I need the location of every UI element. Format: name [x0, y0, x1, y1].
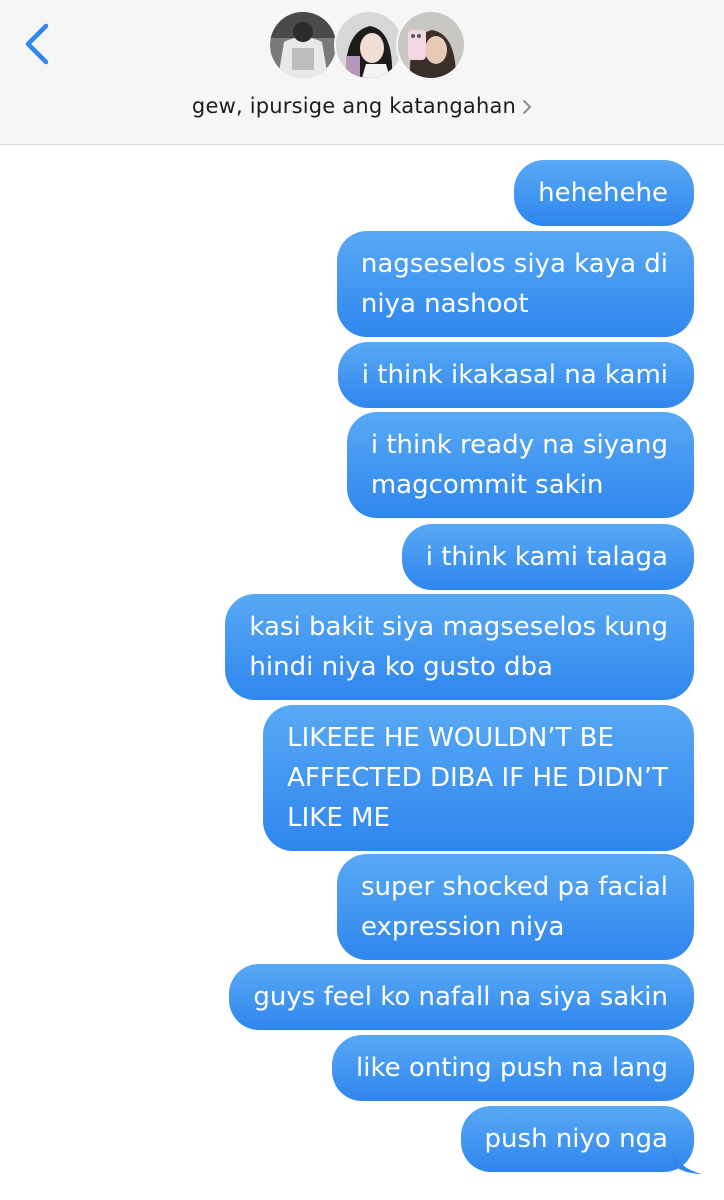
group-member-avatar-2[interactable]	[334, 10, 404, 80]
bubble-tail-icon	[672, 1150, 702, 1174]
message-thread: hehehehe nagseselos siya kaya di niya na…	[0, 144, 724, 1200]
group-title-row[interactable]: gew, ipursige ang katangahan	[0, 94, 724, 120]
message-bubble[interactable]: LIKEEE HE WOULDN’T BE AFFECTED DIBA IF H…	[263, 705, 694, 851]
message-bubble[interactable]: hehehehe	[514, 160, 694, 226]
message-bubble[interactable]: kasi bakit siya magseselos kung hindi ni…	[225, 594, 694, 700]
group-member-avatar-3[interactable]	[396, 10, 466, 80]
conversation-header: gew, ipursige ang katangahan	[0, 0, 724, 145]
back-button[interactable]	[18, 22, 58, 66]
message-bubble-last[interactable]: push niyo nga	[460, 1106, 694, 1172]
group-avatars[interactable]	[268, 10, 468, 80]
chevron-right-icon	[522, 96, 532, 120]
message-bubble[interactable]: i think kami talaga	[401, 524, 694, 590]
message-bubble[interactable]: super shocked pa facial expression niya	[336, 854, 694, 960]
message-bubble[interactable]: nagseselos siya kaya di niya nashoot	[336, 231, 694, 337]
chevron-left-icon	[25, 23, 49, 65]
message-bubble[interactable]: like onting push na lang	[332, 1035, 694, 1101]
message-bubble[interactable]: i think ikakasal na kami	[337, 342, 694, 408]
group-name[interactable]: gew, ipursige ang katangahan	[192, 94, 516, 118]
group-member-avatar-1[interactable]	[268, 10, 338, 80]
message-bubble[interactable]: guys feel ko nafall na siya sakin	[229, 964, 694, 1030]
message-bubble[interactable]: i think ready na siyang magcommit sakin	[346, 412, 694, 518]
